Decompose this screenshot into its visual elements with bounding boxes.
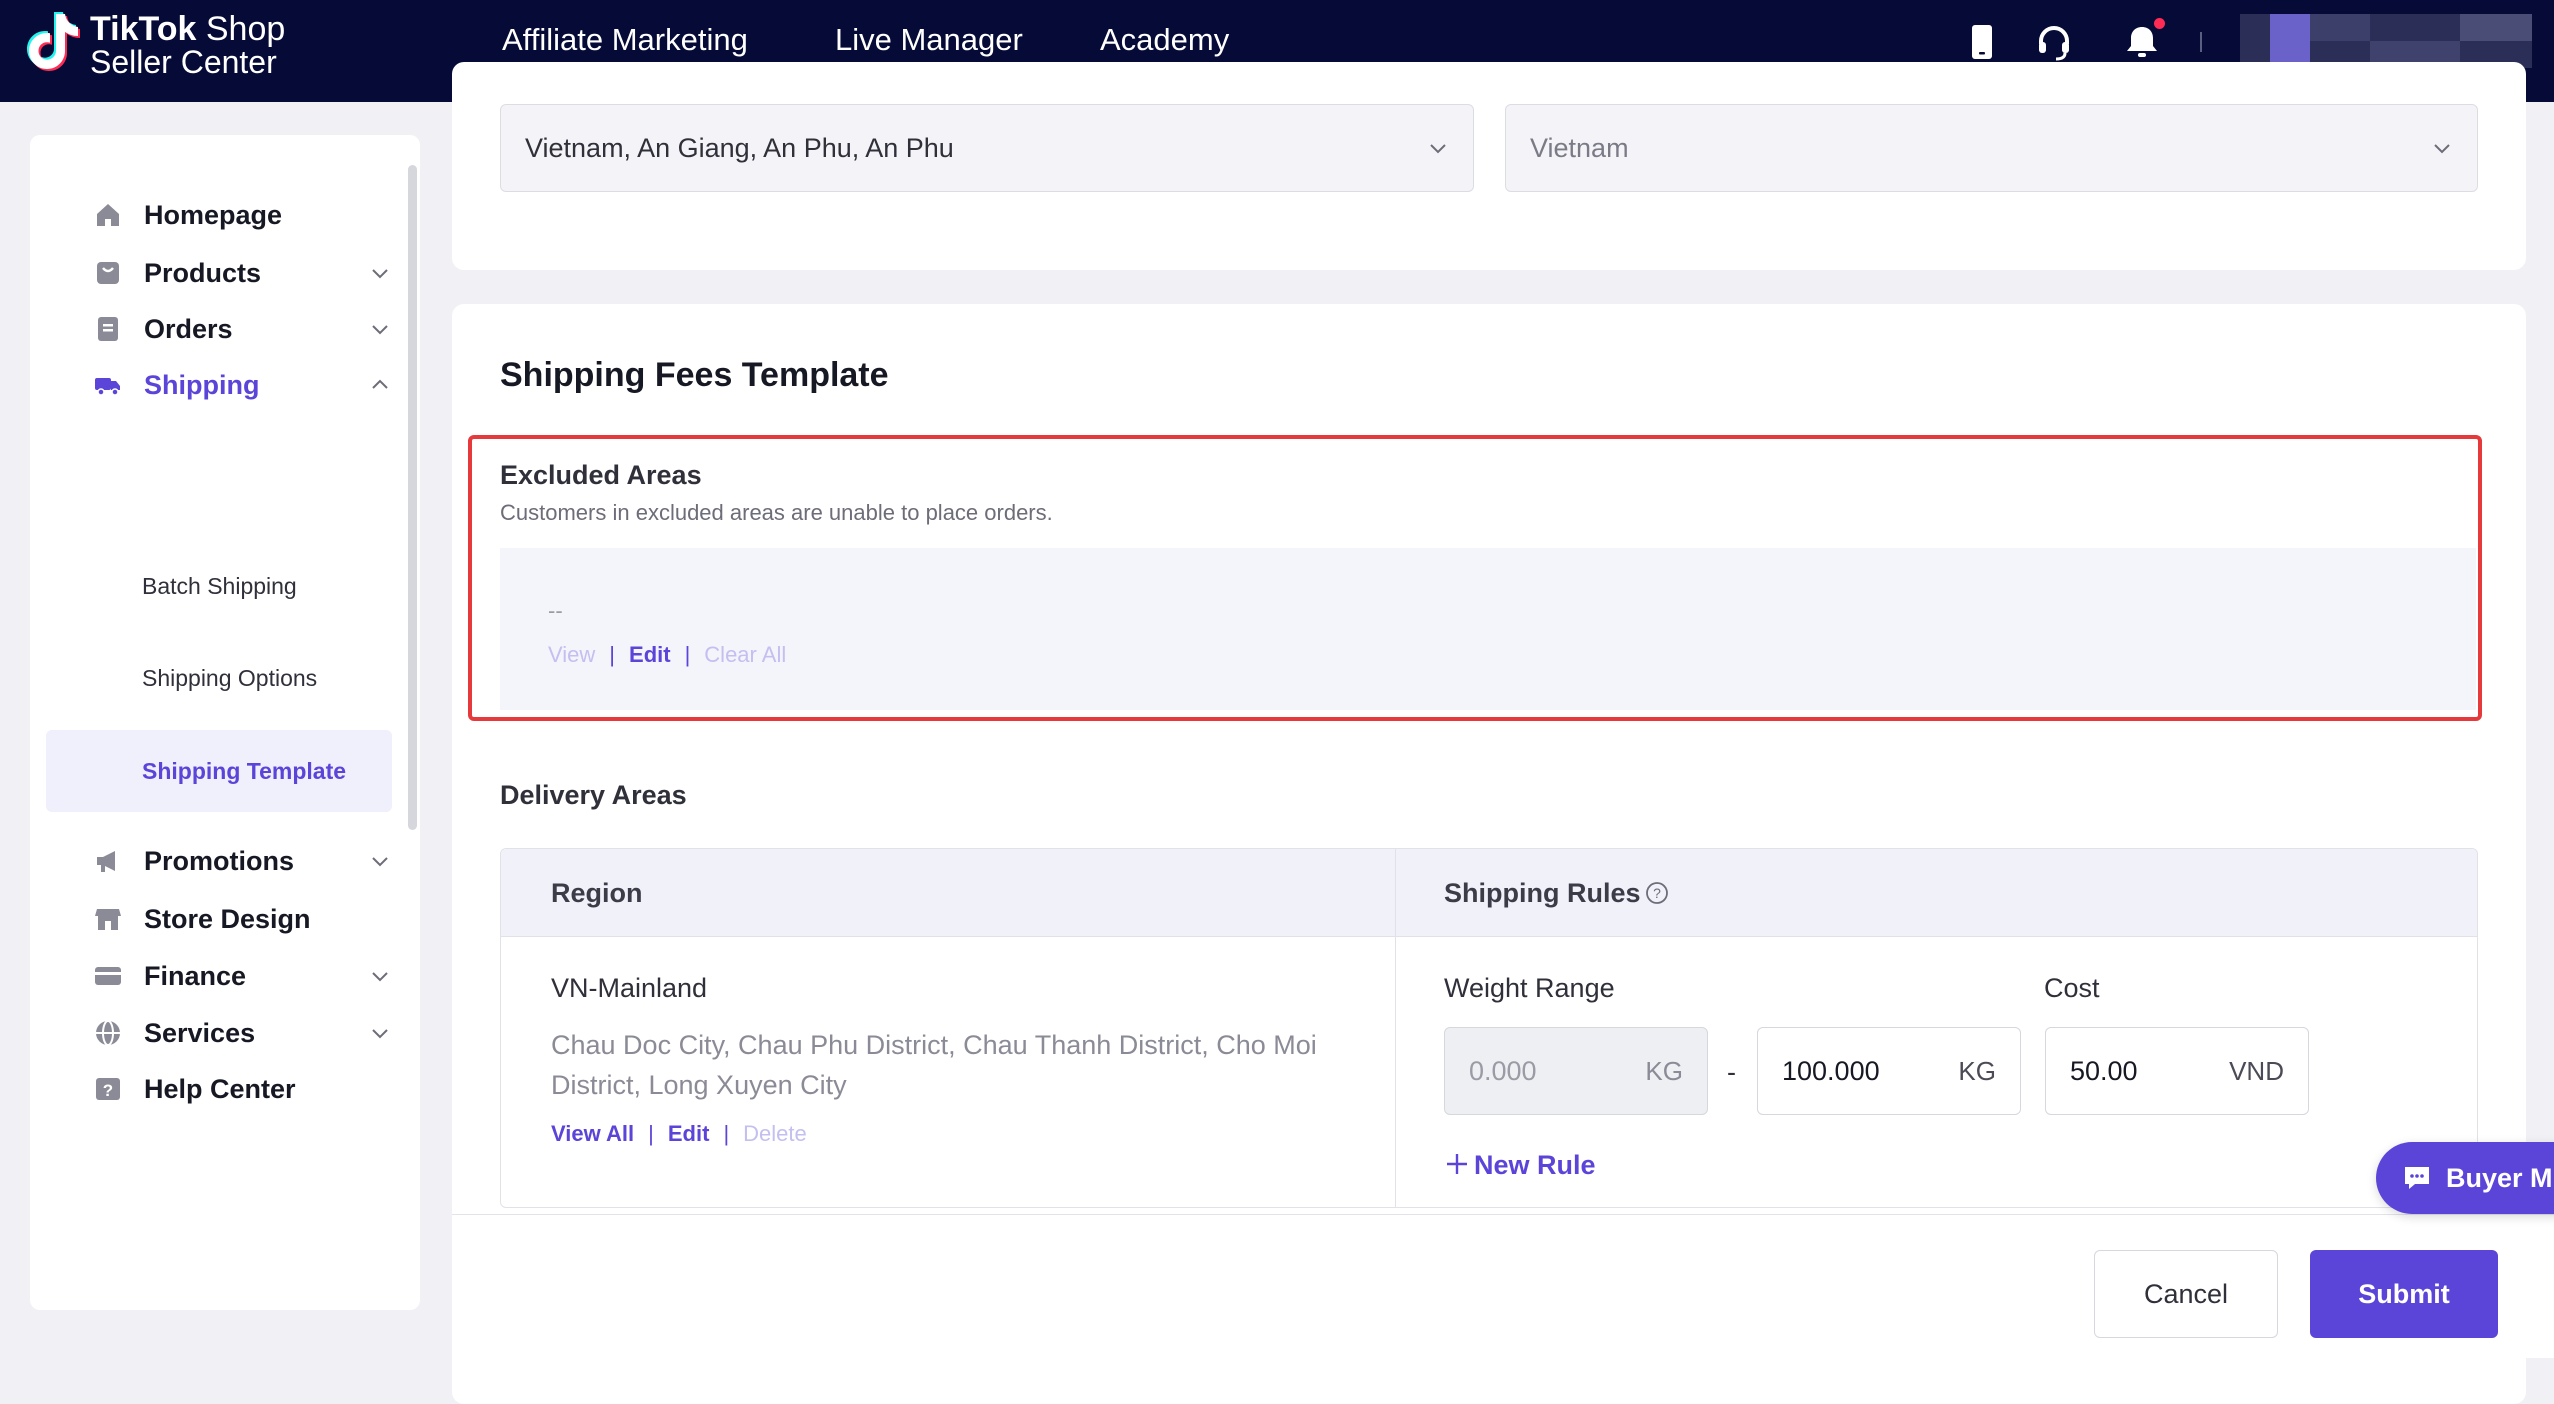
weight-min-unit: KG (1645, 1056, 1683, 1086)
region-list: Chau Doc City, Chau Phu District, Chau T… (551, 1030, 1317, 1100)
delete-link[interactable]: Delete (743, 1119, 807, 1149)
sidebar-item-store-design[interactable]: Store Design (60, 891, 404, 947)
sidebar-subitem-label: Shipping Template (142, 758, 347, 784)
bag-icon (97, 262, 119, 284)
link-separator: | (723, 1121, 730, 1146)
column-header-shipping-rules: Shipping Rules (1444, 878, 1641, 908)
chevron-down-icon (372, 972, 388, 982)
weight-min-value: 0.000 (1469, 1056, 1537, 1086)
help-icon: ? (96, 1078, 120, 1100)
sidebar-item-label: Orders (144, 314, 233, 344)
region-edit-link[interactable]: Edit (668, 1119, 710, 1149)
weight-max-unit: KG (1958, 1056, 1996, 1086)
chevron-down-icon (372, 269, 388, 279)
delivery-areas-title: Delivery Areas (500, 780, 687, 810)
nav-academy[interactable]: Academy (1100, 18, 1229, 62)
svg-text:?: ? (1653, 885, 1661, 901)
megaphone-icon (97, 851, 115, 872)
document-icon (98, 317, 118, 341)
new-rule-button[interactable]: New Rule (1444, 1150, 1596, 1186)
chevron-down-icon (372, 1029, 388, 1039)
chevron-down-icon (372, 325, 388, 335)
chevron-up-icon (372, 379, 388, 389)
section-title: Shipping Fees Template (500, 356, 889, 394)
topbar-divider (2200, 32, 2202, 52)
country-select-value: Vietnam (1530, 133, 1629, 163)
weight-min-input: 0.000 KG (1444, 1027, 1708, 1115)
globe-icon (96, 1020, 120, 1046)
tiktok-shop-logo[interactable]: TikTok Shop Seller Center (26, 8, 286, 80)
plus-icon (1447, 1154, 1467, 1174)
chat-icon (2405, 1167, 2429, 1189)
account-avatar[interactable] (2240, 14, 2532, 68)
range-separator: - (1727, 1057, 1736, 1087)
sidebar-item-label: Homepage (144, 200, 283, 230)
sidebar-subitem-shipping-template[interactable]: Shipping Template (46, 730, 392, 812)
question-circle-icon[interactable]: ? (1645, 881, 1669, 905)
sidebar-subitem-shipping-options[interactable]: Shipping Options (46, 637, 392, 719)
region-actions: View All | Edit | Delete (551, 1119, 807, 1149)
sidebar-item-services[interactable]: Services (60, 1005, 404, 1061)
sidebar-subitem-label: Batch Shipping (142, 573, 297, 599)
new-rule-label: New Rule (1474, 1150, 1596, 1180)
brand-line-2: Seller Center (90, 44, 277, 80)
cost-input[interactable]: 50.00 VND (2045, 1027, 2309, 1115)
sidebar-item-label: Products (144, 258, 262, 288)
sidebar-item-label: Shipping (144, 370, 260, 400)
sidebar-item-homepage[interactable]: Homepage (60, 187, 404, 243)
tiktok-logo-icon (27, 12, 80, 71)
weight-max-value: 100.000 (1782, 1056, 1880, 1086)
nav-affiliate-marketing[interactable]: Affiliate Marketing (502, 18, 748, 62)
sidebar-item-label: Services (144, 1018, 256, 1048)
sidebar-item-label: Help Center (144, 1074, 296, 1104)
sidebar-scrollbar[interactable] (408, 165, 417, 830)
region-name: VN-Mainland (551, 973, 708, 1003)
cancel-button[interactable]: Cancel (2094, 1250, 2278, 1338)
sidebar: Homepage Products Orders Shipping Batch … (30, 135, 420, 1310)
view-all-link[interactable]: View All (551, 1119, 634, 1149)
country-select[interactable]: Vietnam (1505, 104, 2478, 192)
sidebar-item-finance[interactable]: Finance (60, 948, 404, 1004)
truck-icon (95, 378, 120, 396)
store-icon (95, 909, 121, 930)
sidebar-item-products[interactable]: Products (60, 245, 404, 301)
sidebar-item-label: Finance (144, 961, 247, 991)
svg-text:?: ? (103, 1081, 113, 1100)
chevron-down-icon (1430, 144, 1446, 154)
column-divider (1395, 849, 1396, 1207)
chevron-down-icon (372, 857, 388, 867)
sidebar-subitem-label: Shipping Options (142, 665, 318, 691)
card-icon (95, 967, 121, 985)
sidebar-item-label: Promotions (144, 846, 295, 876)
weight-range-label: Weight Range (1444, 973, 1615, 1003)
cost-value: 50.00 (2070, 1056, 2138, 1086)
highlight-box (468, 435, 2482, 721)
sidebar-item-shipping[interactable]: Shipping (60, 357, 404, 413)
nav-live-manager[interactable]: Live Manager (835, 18, 1023, 62)
buyer-messages-label: Buyer M (2446, 1163, 2553, 1193)
column-header-region: Region (551, 878, 643, 908)
chevron-down-icon (2434, 144, 2450, 154)
submit-button[interactable]: Submit (2310, 1250, 2498, 1338)
cost-label: Cost (2044, 973, 2100, 1003)
cost-unit: VND (2229, 1056, 2284, 1086)
mobile-icon[interactable] (1960, 20, 2004, 64)
weight-max-input[interactable]: 100.000 KG (1757, 1027, 2021, 1115)
sidebar-item-orders[interactable]: Orders (60, 301, 404, 357)
buyer-messages-button[interactable]: Buyer M (2376, 1142, 2554, 1214)
location-select[interactable]: Vietnam, An Giang, An Phu, An Phu (500, 104, 1474, 192)
link-separator: | (648, 1121, 654, 1146)
sidebar-item-promotions[interactable]: Promotions (60, 833, 404, 889)
notification-dot (2154, 18, 2165, 29)
sidebar-item-label: Store Design (144, 904, 311, 934)
sidebar-subitem-batch-shipping[interactable]: Batch Shipping (46, 545, 392, 627)
headset-icon[interactable] (2032, 20, 2076, 64)
home-icon (97, 204, 119, 226)
sidebar-item-help-center[interactable]: ? Help Center (60, 1061, 404, 1117)
brand-line-1: TikTok Shop (90, 10, 286, 48)
location-select-value: Vietnam, An Giang, An Phu, An Phu (525, 133, 954, 163)
